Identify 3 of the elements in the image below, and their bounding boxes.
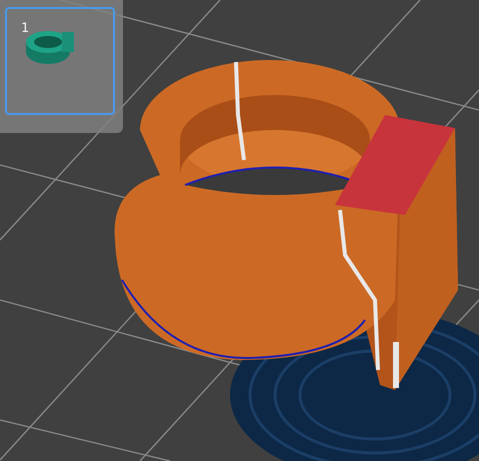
object-number: 1 — [21, 21, 30, 36]
object-thumbnail[interactable]: 1 — [5, 7, 115, 115]
3d-viewport[interactable]: 1 — [0, 0, 479, 461]
